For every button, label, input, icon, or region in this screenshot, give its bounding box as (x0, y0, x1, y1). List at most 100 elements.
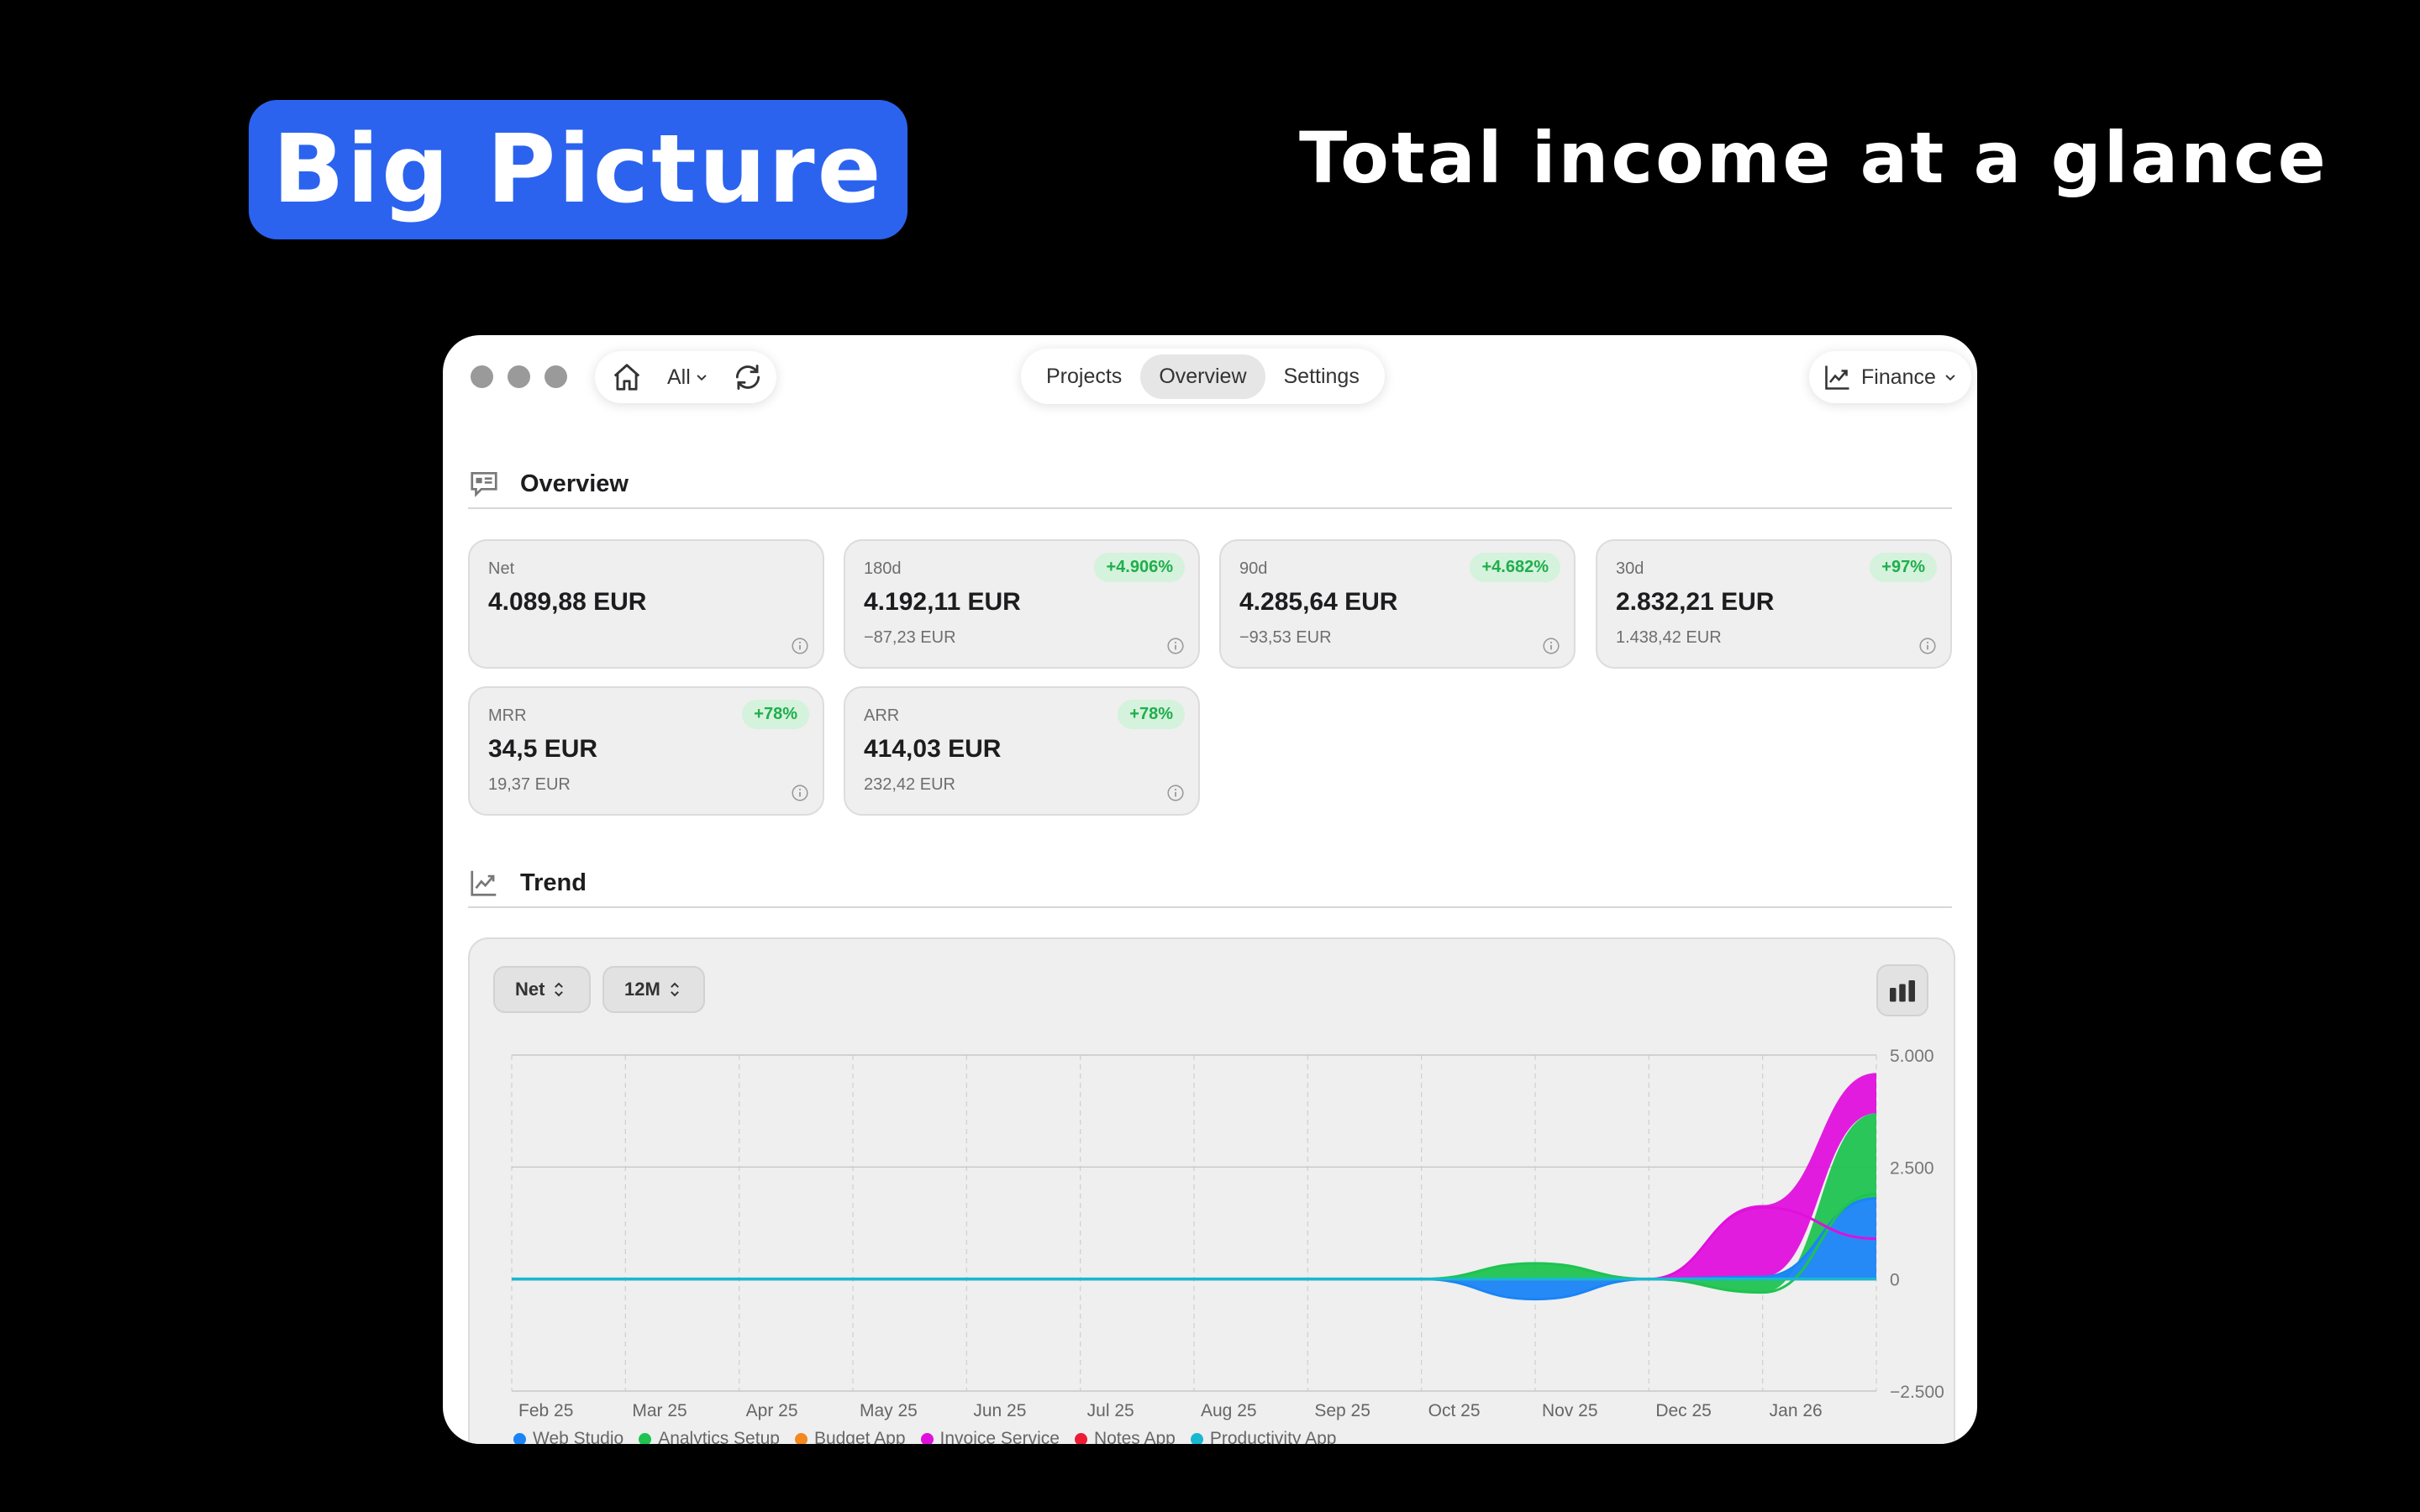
info-icon[interactable] (791, 784, 809, 802)
close-window-button[interactable] (471, 365, 493, 388)
stat-card-subvalue: 232,42 EUR (864, 775, 955, 794)
overview-header: Overview (468, 460, 1952, 509)
info-icon[interactable] (1918, 637, 1937, 655)
legend-dot (794, 1432, 808, 1444)
legend-item[interactable]: Productivity App (1190, 1429, 1337, 1444)
stat-card-value: 2.832,21 EUR (1616, 588, 1775, 616)
stat-card-label: 180d (864, 559, 902, 578)
x-tick-label: Jan 26 (1770, 1401, 1823, 1420)
stat-card-value: 4.192,11 EUR (864, 588, 1021, 616)
legend-item[interactable]: Budget App (794, 1429, 906, 1444)
stat-card-subvalue: −93,53 EUR (1239, 628, 1332, 647)
stat-card-180d: 180d +4.906% 4.192,11 EUR −87,23 EUR (844, 539, 1200, 669)
change-badge: +4.682% (1470, 553, 1560, 582)
chart-trend-icon (471, 870, 497, 896)
stat-card-value: 4.089,88 EUR (488, 588, 647, 616)
legend-label: Analytics Setup (658, 1429, 780, 1444)
change-badge: +78% (742, 700, 809, 729)
x-tick-label: Sep 25 (1314, 1401, 1370, 1420)
change-badge: +78% (1118, 700, 1185, 729)
change-badge: +4.906% (1094, 553, 1185, 582)
legend-item[interactable]: Web Studio (513, 1429, 623, 1444)
overview-title: Overview (520, 470, 629, 497)
tab-overview[interactable]: Overview (1140, 354, 1265, 399)
stat-card-subvalue: 19,37 EUR (488, 775, 571, 794)
stat-card-value: 4.285,64 EUR (1239, 588, 1398, 616)
stat-card-90d: 90d +4.682% 4.285,64 EUR −93,53 EUR (1219, 539, 1576, 669)
change-badge: +97% (1870, 553, 1937, 582)
trend-chart-panel: Net 12M 5.000 2.500 0 −2.500 Feb 25 Mar 25 Apr… (468, 937, 1955, 1444)
chevron-down-icon (697, 375, 707, 381)
stat-card-label: Net (488, 559, 515, 578)
y-tick-label: −2.500 (1890, 1383, 1944, 1402)
stat-card-label: 90d (1239, 559, 1268, 578)
x-tick-label: May 25 (860, 1401, 918, 1420)
trend-header: Trend (468, 859, 1952, 908)
stat-card-net: Net 4.089,88 EUR (468, 539, 824, 669)
legend-label: Notes App (1093, 1429, 1176, 1444)
legend-label: Invoice Service (939, 1429, 1060, 1444)
legend-label: Productivity App (1209, 1429, 1337, 1444)
stat-card-mrr: MRR +78% 34,5 EUR 19,37 EUR (468, 686, 824, 816)
stat-card-value: 34,5 EUR (488, 735, 598, 763)
stat-card-label: 30d (1616, 559, 1644, 578)
tab-projects[interactable]: Projects (1028, 354, 1140, 399)
legend-dot (513, 1432, 526, 1444)
chart-legend: Web Studio Analytics Setup Budget App Invoi… (513, 1429, 1336, 1444)
stat-card-arr: ARR +78% 414,03 EUR 232,42 EUR (844, 686, 1200, 816)
legend-dot (1074, 1432, 1087, 1444)
stat-card-subvalue: −87,23 EUR (864, 628, 956, 647)
y-tick-label: 0 (1890, 1271, 1900, 1290)
x-tick-label: Jul 25 (1087, 1401, 1134, 1420)
home-button[interactable] (610, 360, 644, 394)
promo-badge: Big Picture (249, 100, 908, 239)
workspace-dropdown[interactable]: Finance (1809, 351, 1971, 403)
zoom-window-button[interactable] (544, 365, 567, 388)
x-tick-label: Feb 25 (518, 1401, 573, 1420)
home-icon (613, 364, 640, 391)
x-tick-label: Mar 25 (632, 1401, 687, 1420)
x-tick-label: Oct 25 (1428, 1401, 1481, 1420)
legend-dot (1190, 1432, 1203, 1444)
trend-chart: 5.000 2.500 0 −2.500 Feb 25 Mar 25 Apr 25 May 2… (511, 1047, 1944, 1420)
legend-dot (920, 1432, 934, 1444)
y-tick-label: 2.500 (1890, 1158, 1934, 1178)
stat-card-30d: 30d +97% 2.832,21 EUR 1.438,42 EUR (1596, 539, 1952, 669)
info-icon[interactable] (1166, 637, 1185, 655)
legend-item[interactable]: Analytics Setup (639, 1429, 780, 1444)
stat-card-value: 414,03 EUR (864, 735, 1002, 763)
info-icon[interactable] (1166, 784, 1185, 802)
promo-subtitle: Total income at a glance (1299, 117, 2328, 199)
promo-badge-text: Big Picture (272, 115, 884, 224)
x-tick-label: Aug 25 (1201, 1401, 1257, 1420)
app-window: All Projects Overview Settings Finance O… (443, 335, 1977, 1444)
minimize-window-button[interactable] (508, 365, 530, 388)
chart-trend-icon (1825, 365, 1849, 390)
trend-title: Trend (520, 869, 587, 896)
legend-label: Budget App (813, 1429, 906, 1444)
stat-card-label: ARR (864, 706, 900, 725)
filter-dropdown[interactable]: All (667, 365, 708, 390)
stat-card-label: MRR (488, 706, 527, 725)
chevron-down-icon (1945, 375, 1955, 381)
refresh-icon (735, 365, 760, 390)
x-tick-label: Jun 25 (973, 1401, 1026, 1420)
message-icon (471, 471, 497, 497)
legend-item[interactable]: Invoice Service (920, 1429, 1060, 1444)
tab-settings[interactable]: Settings (1265, 354, 1378, 399)
x-tick-label: Nov 25 (1542, 1401, 1598, 1420)
refresh-button[interactable] (731, 360, 765, 394)
x-tick-label: Dec 25 (1655, 1401, 1712, 1420)
toolbar-left-group: All (595, 351, 776, 403)
legend-dot (639, 1432, 652, 1444)
info-icon[interactable] (791, 637, 809, 655)
legend-item[interactable]: Notes App (1074, 1429, 1176, 1444)
filter-label: All (667, 365, 691, 389)
workspace-label: Finance (1861, 365, 1936, 389)
stat-card-subvalue: 1.438,42 EUR (1616, 628, 1722, 647)
tab-bar: Projects Overview Settings (1021, 349, 1385, 404)
info-icon[interactable] (1542, 637, 1560, 655)
x-tick-label: Apr 25 (746, 1401, 798, 1420)
y-tick-label: 5.000 (1890, 1047, 1934, 1066)
legend-label: Web Studio (533, 1429, 624, 1444)
